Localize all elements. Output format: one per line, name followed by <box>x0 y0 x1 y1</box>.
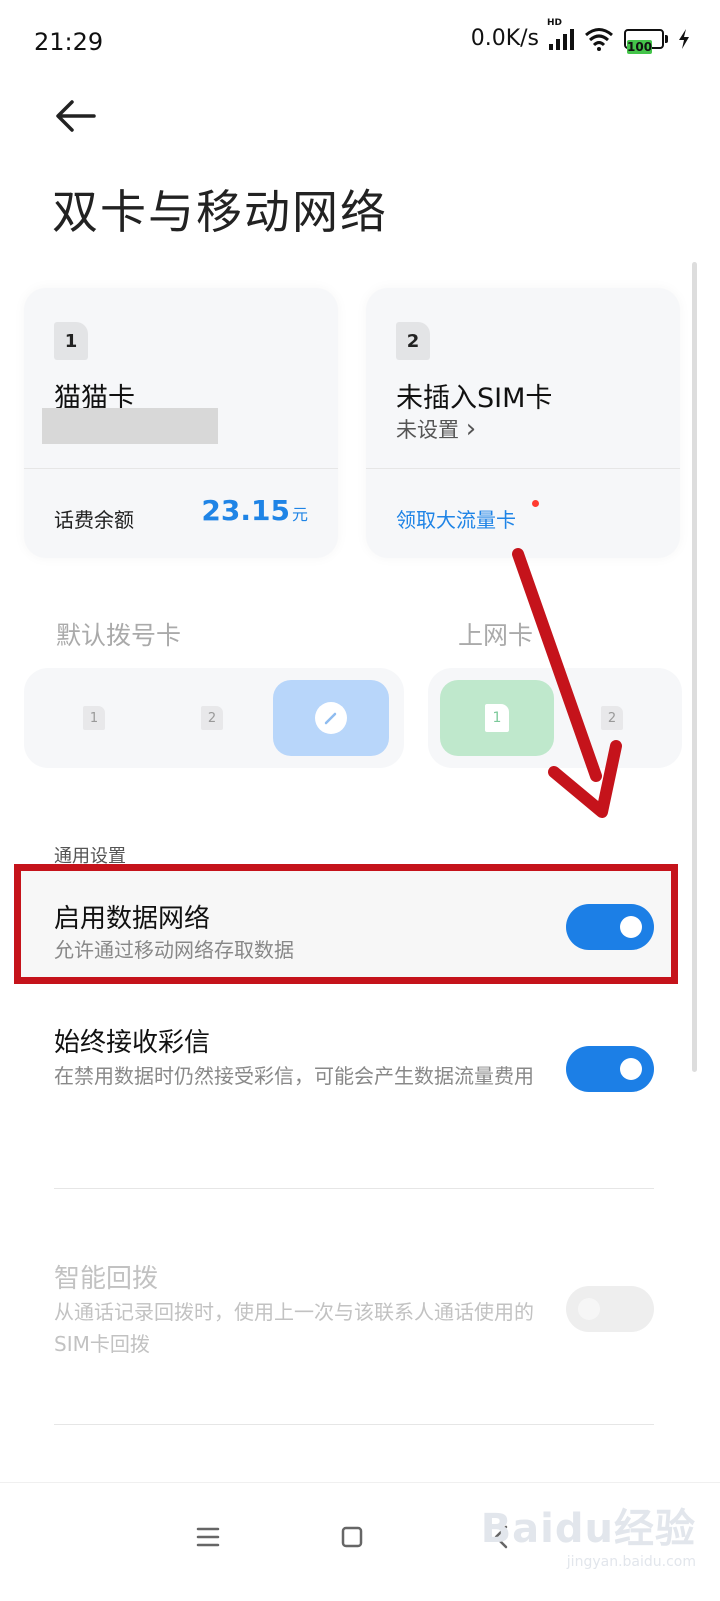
sim-2-icon: 2 <box>201 706 223 730</box>
setting-desc: 从通话记录回拨时，使用上一次与该联系人通话使用的SIM卡回拨 <box>54 1300 534 1356</box>
get-data-card-link[interactable]: 领取大流量卡 <box>396 504 516 533</box>
charging-icon <box>679 28 689 49</box>
status-time: 21:29 <box>34 28 104 56</box>
home-button[interactable] <box>328 1513 376 1561</box>
signal-icon: HD <box>547 18 574 50</box>
setting-smart-redial[interactable]: 智能回拨 从通话记录回拨时，使用上一次与该联系人通话使用的SIM卡回拨 <box>0 1258 720 1368</box>
sim-card-divider <box>24 468 338 469</box>
sim-1-icon: 1 <box>83 706 105 730</box>
setting-title: 始终接收彩信 <box>54 1028 211 1058</box>
smart-redial-toggle[interactable] <box>566 1286 654 1332</box>
hd-label: HD <box>547 17 563 28</box>
setting-desc: 在禁用数据时仍然接受彩信，可能会产生数据流量费用 <box>54 1064 534 1088</box>
sim-card-1[interactable]: 1 猫猫卡 话费余额 23.15 元 <box>24 288 338 558</box>
setting-enable-data[interactable]: 启用数据网络 允许通过移动网络存取数据 <box>0 880 720 980</box>
battery-icon: 100 <box>624 28 668 54</box>
pencil-icon <box>315 702 347 734</box>
setting-desc: 允许通过移动网络存取数据 <box>54 938 294 962</box>
setting-always-mms[interactable]: 始终接收彩信 在禁用数据时仍然接受彩信，可能会产生数据流量费用 <box>0 1022 720 1132</box>
watermark: Baidu经验 jingyan.baidu.com <box>481 1496 696 1570</box>
menu-icon <box>196 1527 220 1547</box>
section-divider <box>54 1424 654 1425</box>
setting-title: 启用数据网络 <box>54 904 211 934</box>
always-mms-toggle[interactable] <box>566 1046 654 1092</box>
sim-card-2[interactable]: 2 未插入SIM卡 未设置 › 领取大流量卡 <box>366 288 680 558</box>
home-square-icon <box>341 1526 363 1548</box>
sim-2-name: 未插入SIM卡 <box>396 383 553 414</box>
balance-value: 23.15 元 <box>201 494 308 527</box>
balance-label: 话费余额 <box>54 508 134 532</box>
back-button[interactable] <box>52 92 100 140</box>
watermark-url: jingyan.baidu.com <box>566 1554 696 1570</box>
dial-option-2[interactable]: 2 <box>182 680 242 756</box>
status-icons: 0.0K/s HD 100 <box>470 18 690 54</box>
page-title: 双卡与移动网络 <box>52 185 388 239</box>
wifi-icon <box>585 27 613 51</box>
section-divider <box>54 1188 654 1189</box>
default-dial-selector: 1 2 <box>24 668 404 768</box>
sim-card-divider <box>366 468 680 469</box>
chevron-right-icon: › <box>465 414 477 444</box>
sim-1-number-redacted <box>42 408 218 444</box>
battery-level: 100 <box>627 39 653 54</box>
setting-title: 智能回拨 <box>54 1264 159 1294</box>
network-speed: 0.0K/s <box>470 26 539 51</box>
enable-data-toggle[interactable] <box>566 904 654 950</box>
notification-dot <box>532 500 539 507</box>
back-arrow-icon <box>56 100 96 132</box>
sim-2-status[interactable]: 未设置 › <box>396 414 476 444</box>
menu-button[interactable] <box>184 1513 232 1561</box>
sim-slot-2-icon: 2 <box>396 322 430 360</box>
annotation-arrow-icon <box>512 548 622 818</box>
dial-option-ask[interactable] <box>273 680 389 756</box>
watermark-logo: Baidu经验 <box>480 1506 696 1552</box>
dial-option-1[interactable]: 1 <box>64 680 124 756</box>
sim-slot-1-icon: 1 <box>54 322 88 360</box>
scrollbar[interactable] <box>692 262 697 1072</box>
default-dial-label: 默认拨号卡 <box>56 621 182 650</box>
